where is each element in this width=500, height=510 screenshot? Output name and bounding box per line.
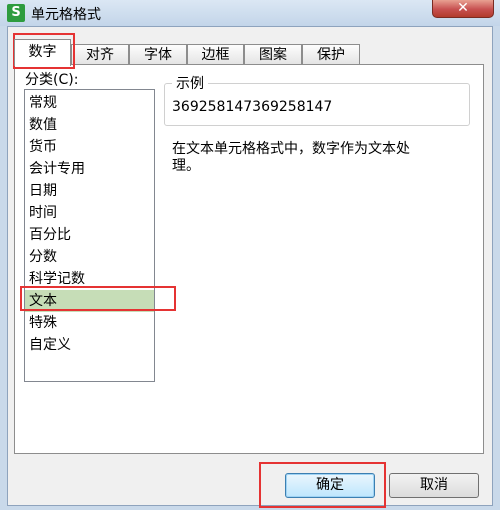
- category-item-text[interactable]: 文本: [25, 290, 154, 312]
- dialog-body: 数字 对齐 字体 边框 图案 保护 分类(C): 常规 数值 货币 会计专用 日…: [7, 26, 493, 506]
- tab-alignment[interactable]: 对齐: [71, 44, 129, 65]
- category-list[interactable]: 常规 数值 货币 会计专用 日期 时间 百分比 分数 科学记数 文本 特殊 自定…: [24, 89, 155, 382]
- cancel-button[interactable]: 取消: [389, 473, 479, 498]
- sample-value: 369258147369258147: [172, 99, 333, 115]
- category-item-fraction[interactable]: 分数: [25, 246, 154, 268]
- ok-button[interactable]: 确定: [285, 473, 375, 498]
- close-button[interactable]: ✕: [432, 0, 494, 18]
- category-item-scientific[interactable]: 科学记数: [25, 268, 154, 290]
- tab-font[interactable]: 字体: [129, 44, 187, 65]
- category-item-accounting[interactable]: 会计专用: [25, 158, 154, 180]
- format-cells-dialog: S 单元格格式 ✕ 数字 对齐 字体 边框 图案 保护 分类(C): 常规 数值…: [0, 0, 500, 510]
- category-item-special[interactable]: 特殊: [25, 312, 154, 334]
- category-item-general[interactable]: 常规: [25, 92, 154, 114]
- category-item-custom[interactable]: 自定义: [25, 334, 154, 356]
- category-item-date[interactable]: 日期: [25, 180, 154, 202]
- close-icon: ✕: [457, 0, 469, 16]
- sample-legend: 示例: [172, 73, 208, 93]
- category-item-number[interactable]: 数值: [25, 114, 154, 136]
- app-icon: S: [7, 4, 25, 22]
- dialog-title: 单元格格式: [31, 7, 101, 23]
- category-label: 分类(C):: [25, 72, 79, 88]
- category-item-currency[interactable]: 货币: [25, 136, 154, 158]
- format-description: 在文本单元格格式中，数字作为文本处理。: [172, 141, 410, 174]
- number-tab-panel: 分类(C): 常规 数值 货币 会计专用 日期 时间 百分比 分数 科学记数 文…: [14, 64, 484, 454]
- tab-number[interactable]: 数字: [14, 39, 71, 66]
- tab-protection[interactable]: 保护: [302, 44, 360, 65]
- tab-pattern[interactable]: 图案: [244, 44, 302, 65]
- category-item-time[interactable]: 时间: [25, 202, 154, 224]
- category-item-percentage[interactable]: 百分比: [25, 224, 154, 246]
- title-bar[interactable]: S 单元格格式 ✕: [0, 0, 500, 26]
- tab-border[interactable]: 边框: [187, 44, 244, 65]
